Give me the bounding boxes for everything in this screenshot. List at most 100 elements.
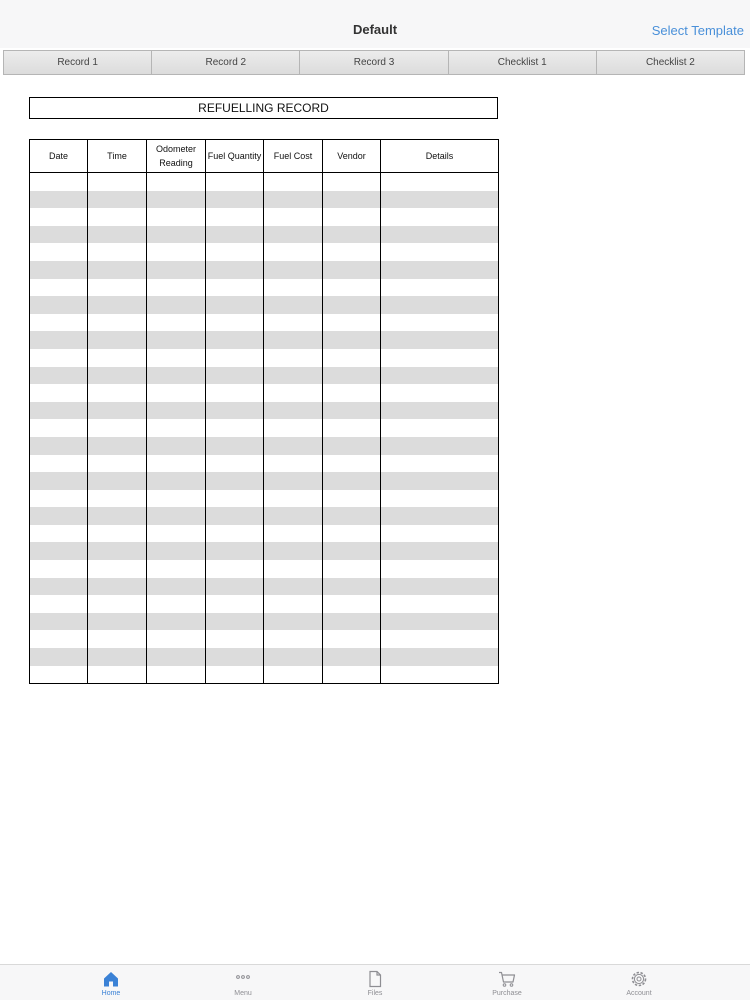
table-cell[interactable] [263,612,323,631]
table-cell[interactable] [263,296,323,314]
table-cell[interactable] [322,612,381,631]
table-cell[interactable] [322,507,381,525]
table-cell[interactable] [146,172,206,191]
table-cell[interactable] [380,648,499,666]
table-cell[interactable] [263,401,323,420]
table-cell[interactable] [322,524,381,543]
table-cell[interactable] [205,595,264,613]
table-cell[interactable] [380,243,499,261]
table-cell[interactable] [205,331,264,349]
table-cell[interactable] [380,489,499,508]
table-cell[interactable] [29,348,88,367]
table-cell[interactable] [380,612,499,631]
table-cell[interactable] [87,172,147,191]
select-template-button[interactable]: Select Template [652,23,744,38]
table-cell[interactable] [29,190,88,209]
table-cell[interactable] [263,665,323,685]
table-cell[interactable] [29,542,88,561]
table-cell[interactable] [87,331,147,349]
table-cell[interactable] [380,260,499,279]
table-cell[interactable] [380,401,499,420]
table-cell[interactable] [380,348,499,367]
table-cell[interactable] [380,560,499,578]
table-cell[interactable] [380,630,499,649]
table-cell[interactable] [29,419,88,437]
table-cell[interactable] [205,419,264,437]
table-cell[interactable] [322,648,381,666]
table-cell[interactable] [205,172,264,191]
menu-tab[interactable]: Menu [213,965,273,1000]
table-cell[interactable] [263,454,323,473]
table-cell[interactable] [146,419,206,437]
table-cell[interactable] [263,260,323,279]
table-cell[interactable] [146,665,206,685]
table-cell[interactable] [205,648,264,666]
table-cell[interactable] [380,542,499,561]
table-cell[interactable] [380,454,499,473]
table-cell[interactable] [146,278,206,297]
table-cell[interactable] [263,208,323,226]
tab-record-2[interactable]: Record 2 [152,51,301,74]
table-cell[interactable] [87,419,147,437]
table-cell[interactable] [322,172,381,191]
table-cell[interactable] [263,630,323,649]
table-cell[interactable] [29,524,88,543]
table-cell[interactable] [87,260,147,279]
table-cell[interactable] [87,348,147,367]
table-cell[interactable] [380,665,499,685]
tab-record-3[interactable]: Record 3 [300,51,449,74]
table-cell[interactable] [322,260,381,279]
table-cell[interactable] [87,296,147,314]
table-cell[interactable] [146,542,206,561]
table-cell[interactable] [87,507,147,525]
table-cell[interactable] [87,243,147,261]
table-cell[interactable] [205,278,264,297]
table-cell[interactable] [322,366,381,385]
table-cell[interactable] [146,401,206,420]
table-cell[interactable] [322,472,381,490]
table-cell[interactable] [87,524,147,543]
table-cell[interactable] [146,595,206,613]
column-header-vendor[interactable]: Vendor [322,139,381,173]
table-cell[interactable] [29,560,88,578]
table-cell[interactable] [205,260,264,279]
table-cell[interactable] [146,331,206,349]
table-cell[interactable] [146,648,206,666]
table-cell[interactable] [29,489,88,508]
table-cell[interactable] [29,278,88,297]
table-cell[interactable] [87,225,147,244]
table-cell[interactable] [87,401,147,420]
table-cell[interactable] [263,542,323,561]
table-cell[interactable] [205,436,264,455]
table-cell[interactable] [322,190,381,209]
table-cell[interactable] [205,542,264,561]
table-cell[interactable] [380,190,499,209]
table-cell[interactable] [322,630,381,649]
table-cell[interactable] [380,577,499,596]
table-cell[interactable] [29,436,88,455]
table-cell[interactable] [322,313,381,332]
table-cell[interactable] [29,208,88,226]
table-cell[interactable] [322,348,381,367]
table-cell[interactable] [263,190,323,209]
table-cell[interactable] [263,595,323,613]
table-cell[interactable] [87,366,147,385]
table-cell[interactable] [29,401,88,420]
table-cell[interactable] [146,348,206,367]
table-cell[interactable] [29,472,88,490]
table-cell[interactable] [322,208,381,226]
table-cell[interactable] [380,331,499,349]
table-cell[interactable] [29,384,88,402]
table-cell[interactable] [205,384,264,402]
table-cell[interactable] [380,296,499,314]
tab-checklist-1[interactable]: Checklist 1 [448,51,597,74]
table-cell[interactable] [205,243,264,261]
table-cell[interactable] [87,384,147,402]
table-cell[interactable] [205,560,264,578]
table-cell[interactable] [87,612,147,631]
table-cell[interactable] [87,472,147,490]
table-cell[interactable] [263,366,323,385]
table-cell[interactable] [146,260,206,279]
home-tab[interactable]: Home [81,965,141,1000]
table-cell[interactable] [322,278,381,297]
